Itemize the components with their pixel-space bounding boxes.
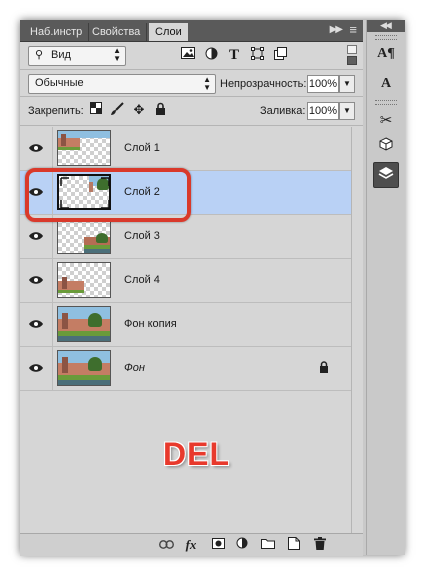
delete-layer-trash-icon[interactable] [312,537,328,553]
filter-adjustment-icon[interactable] [203,47,219,63]
lock-icon [319,361,329,376]
layer-name[interactable]: Слой 4 [124,274,160,286]
layer-row-background[interactable]: Фон [20,347,351,391]
dock-3d-icon[interactable] [373,134,399,160]
layer-thumbnail [57,262,111,298]
panel-tab-bar: Наб.инстр Свойства Слои ▶▶ ≡ [20,20,363,42]
new-group-folder-icon[interactable] [260,537,276,553]
lock-brush-icon[interactable] [109,102,125,118]
lock-all-icon[interactable] [152,102,168,118]
blend-mode-value: Обычные [35,77,84,89]
chevron-updown-icon: ▲ ▼ [113,46,121,63]
collapse-arrows-icon[interactable]: ▶▶ [330,24,343,35]
eye-icon [29,144,43,152]
layer-row[interactable]: Слой 4 [20,259,351,303]
tab-layers[interactable]: Слои [149,23,188,41]
opacity-dropdown-button[interactable]: ▼ [339,75,355,93]
eye-icon [29,232,43,240]
annotation-highlight-box [25,168,191,222]
opacity-label: Непрозрачность: [220,78,307,90]
dock-tools-scissors-icon[interactable]: ✂ [373,108,399,134]
divider [20,125,363,126]
tab-tool-presets[interactable]: Наб.инстр [24,23,90,41]
search-icon: ⚲ [35,49,44,61]
blend-row: Обычные ▲ ▼ Непрозрачность: 100% ▼ [20,71,363,95]
tab-properties[interactable]: Свойства [86,23,148,41]
blend-mode-select[interactable]: Обычные ▲ ▼ [28,74,216,94]
divider [20,96,363,97]
lock-position-icon[interactable]: ✥ [131,102,147,118]
filter-toggle-switch[interactable] [347,45,357,65]
dock-header: ◀◀ [367,20,405,32]
fill-dropdown-button[interactable]: ▼ [339,102,355,120]
collapse-arrows-icon[interactable]: ◀◀ [380,20,392,31]
eye-icon [29,364,43,372]
lock-transparency-icon[interactable] [88,102,104,118]
filter-shape-icon[interactable] [249,47,265,63]
lock-label: Закрепить: [28,105,84,117]
divider [20,69,363,70]
layer-style-fx-icon[interactable]: fx [183,537,199,553]
layer-row[interactable]: Слой 1 [20,127,351,171]
photoshop-layers-window: Наб.инстр Свойства Слои ▶▶ ≡ ⚲ Вид ▲▼ T [20,20,405,556]
annotation-del-label: DEL [163,436,230,472]
layer-thumbnail [57,306,111,342]
filter-kind-label: Вид [51,49,71,61]
link-layers-icon[interactable] [158,537,174,553]
dock-layers-icon[interactable] [373,162,399,188]
lock-row: Закрепить: ✥ Заливка: 100% ▼ [20,98,363,124]
filter-kind-select[interactable]: ⚲ Вид ▲ ▼ [28,46,126,66]
filter-type-icon[interactable]: T [226,47,242,63]
layer-thumbnail [57,350,111,386]
panel-menu-icon[interactable]: ≡ [349,22,357,37]
visibility-toggle[interactable] [20,259,53,302]
dock-character-icon[interactable]: A [373,70,399,96]
visibility-toggle[interactable] [20,303,53,346]
layers-scrollbar[interactable] [351,127,363,533]
filter-pixel-icon[interactable] [180,47,196,63]
new-layer-icon[interactable] [286,537,302,553]
layer-row[interactable]: Фон копия [20,303,351,347]
right-dock: ◀◀ A¶ A ✂ [366,20,405,555]
layer-name[interactable]: Фон [124,362,145,374]
layer-name[interactable]: Фон копия [124,318,177,330]
layers-panel: Наб.инстр Свойства Слои ▶▶ ≡ ⚲ Вид ▲▼ T [20,20,363,556]
opacity-input[interactable]: 100% [307,75,339,93]
layer-thumbnail [57,130,111,166]
layer-thumbnail [57,218,111,254]
fill-label: Заливка: [260,105,306,117]
fill-input[interactable]: 100% [307,102,339,120]
visibility-toggle[interactable] [20,347,53,390]
adjustment-layer-icon[interactable] [234,537,250,553]
dock-character-paragraph-icon[interactable]: A¶ [373,40,399,66]
add-mask-icon[interactable] [210,537,226,553]
visibility-toggle[interactable] [20,127,53,170]
layers-bottom-toolbar: fx [20,533,363,556]
layer-name[interactable]: Слой 3 [124,230,160,242]
eye-icon [29,276,43,284]
filter-smart-object-icon[interactable] [272,47,288,63]
chevron-updown-icon: ▲ ▼ [203,75,211,92]
filter-row: ⚲ Вид ▲ ▼ T [20,42,363,68]
dock-grip[interactable] [375,100,397,105]
layer-name[interactable]: Слой 1 [124,142,160,154]
eye-icon [29,320,43,328]
